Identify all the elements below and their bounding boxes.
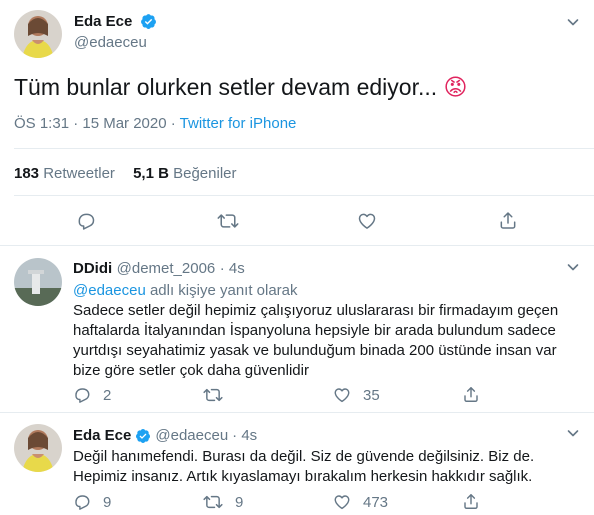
retweet-count: 9 <box>235 493 244 511</box>
like-button[interactable] <box>357 211 377 231</box>
verified-badge-icon <box>135 428 151 444</box>
replying-to-suffix: adlı kişiye yanıt olarak <box>145 282 298 299</box>
reply-text-line: yurtdışı seyahatimiz yasak ve bulunduğum… <box>73 342 557 359</box>
avatar-image <box>14 10 62 58</box>
reply-header: DDidi @demet_2006 · 4s <box>73 260 245 278</box>
more-options-chevron-icon[interactable] <box>565 14 581 30</box>
reply-button[interactable]: 9 <box>73 493 111 511</box>
tweet-text: Tüm bunlar olurken setler devam ediyor..… <box>14 73 468 102</box>
reply-text-line: haftalarda İtalyanından İspanyoluna heps… <box>73 322 556 339</box>
avatar-eda-ece[interactable] <box>14 424 62 472</box>
like-count: 473 <box>363 493 389 511</box>
reply-text: Değil hanımefendi. Burası da değil. Siz … <box>73 447 534 487</box>
avatar-image <box>14 258 62 306</box>
reply-text-line: bize göre setler çok daha güvenlidir <box>73 362 309 379</box>
share-button[interactable] <box>462 492 480 511</box>
retweet-icon <box>217 214 239 228</box>
author-name[interactable]: Eda Ece <box>74 13 132 30</box>
like-label: Beğeniler <box>173 165 237 182</box>
retweet-button[interactable]: 9 <box>203 493 243 511</box>
divider <box>0 412 594 413</box>
tweet-meta: ÖS 1:31 · 15 Mar 2020 · Twitter for iPho… <box>14 115 296 132</box>
like-button[interactable]: 35 <box>333 386 380 404</box>
share-button[interactable] <box>498 210 518 231</box>
share-icon <box>464 387 478 402</box>
retweet-stat[interactable]: 183 Retweetler <box>14 165 115 182</box>
reply-text-line: Sadece setler değil hepimiz çalışıyoruz … <box>73 302 559 319</box>
like-button[interactable]: 473 <box>333 493 388 511</box>
reply-author-name[interactable]: Eda Ece <box>73 427 131 444</box>
tweet-stats: 183 Retweetler 5,1 B Beğeniler <box>14 165 237 182</box>
reply-author-handle[interactable]: @edaeceu <box>155 427 228 444</box>
angry-face-emoji: 😡 <box>443 75 468 101</box>
reply-text: Sadece setler değil hepimiz çalışıyoruz … <box>73 301 558 381</box>
reply-count: 2 <box>103 386 112 404</box>
reply-text-line: Hepimiz insanız. Artık kıyaslamayı bırak… <box>73 468 533 485</box>
reply-icon <box>78 213 95 230</box>
retweet-icon <box>203 495 223 509</box>
author-handle[interactable]: @edaeceu <box>74 34 147 51</box>
avatar-ddidi[interactable] <box>14 258 62 306</box>
reply-icon <box>75 388 90 403</box>
verified-badge-icon <box>140 13 157 30</box>
like-icon <box>334 495 350 510</box>
tweet-source-link[interactable]: Twitter for iPhone <box>180 115 297 132</box>
retweet-button[interactable] <box>203 386 223 404</box>
like-icon <box>334 388 350 403</box>
reply-icon <box>75 495 90 510</box>
reply-button[interactable] <box>76 211 96 231</box>
tweet-timestamp[interactable]: ÖS 1:31 · 15 Mar 2020 · <box>14 115 180 132</box>
divider <box>14 195 594 196</box>
reply-time[interactable]: · 4s <box>232 427 257 444</box>
reply-count: 9 <box>103 493 112 511</box>
replying-to: @edaeceu adlı kişiye yanıt olarak <box>73 282 298 299</box>
reply-text-line: Değil hanımefendi. Burası da değil. Siz … <box>73 448 535 465</box>
retweet-count: 183 <box>14 165 40 182</box>
like-stat[interactable]: 5,1 B Beğeniler <box>133 165 236 182</box>
reply-author-name[interactable]: DDidi <box>73 260 112 277</box>
retweet-label: Retweetler <box>43 165 115 182</box>
like-count: 35 <box>363 386 380 404</box>
reply-time[interactable]: · 4s <box>220 260 245 277</box>
share-icon <box>464 494 478 509</box>
reply-button[interactable]: 2 <box>73 386 111 404</box>
like-count: 5,1 B <box>133 165 169 182</box>
share-button[interactable] <box>462 385 480 404</box>
more-options-chevron-icon[interactable] <box>565 259 581 275</box>
avatar-eda-ece[interactable] <box>14 10 62 58</box>
like-icon <box>358 213 376 229</box>
replying-to-handle[interactable]: @edaeceu <box>73 282 146 299</box>
avatar-image <box>14 424 62 472</box>
retweet-icon <box>203 388 223 402</box>
tweet-text-content: Tüm bunlar olurken setler devam ediyor..… <box>14 74 438 100</box>
more-options-chevron-icon[interactable] <box>565 425 581 441</box>
divider <box>0 245 594 246</box>
share-icon <box>500 212 516 229</box>
retweet-button[interactable] <box>217 211 239 231</box>
reply-header: Eda Ece @edaeceu · 4s <box>73 427 257 444</box>
divider <box>14 148 594 149</box>
reply-author-handle[interactable]: @demet_2006 <box>117 260 216 277</box>
